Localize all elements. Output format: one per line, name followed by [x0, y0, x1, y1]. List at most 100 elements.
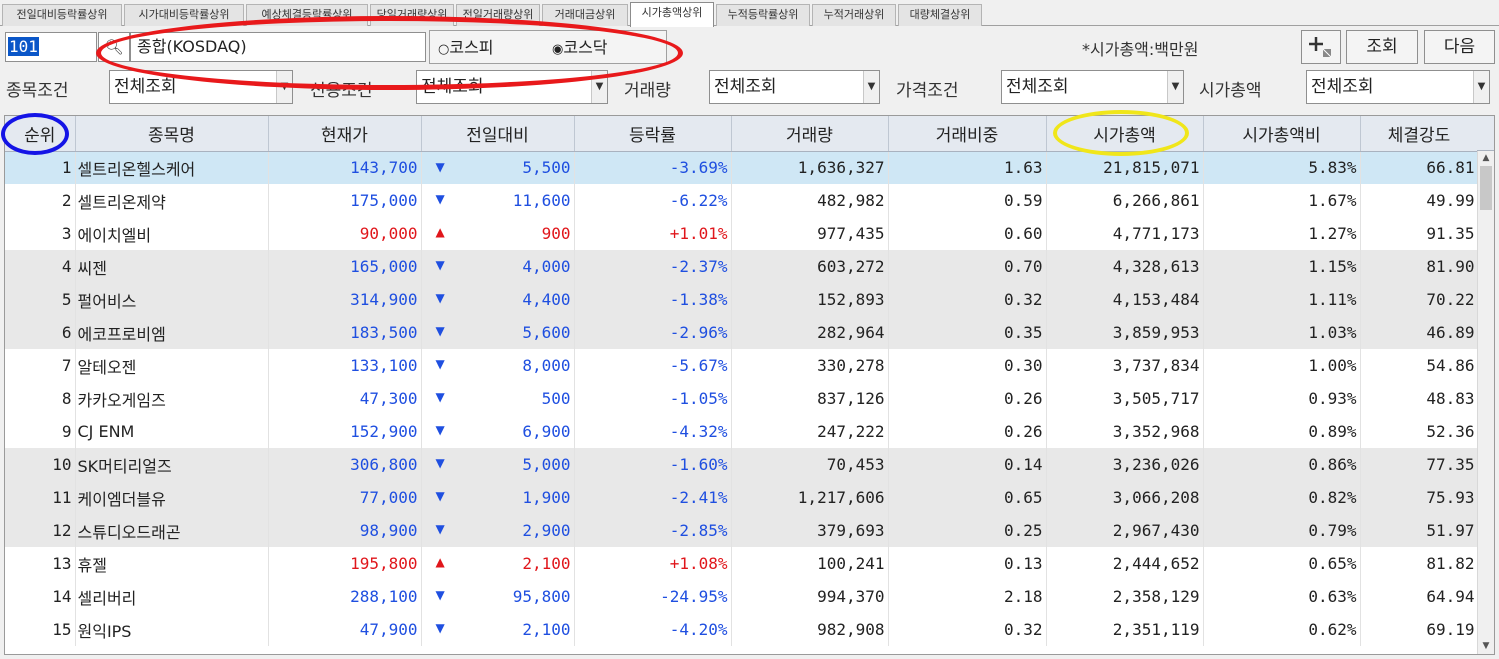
rank-cell: 9: [5, 415, 76, 448]
stock-name-cell[interactable]: 카카오게임즈: [75, 382, 269, 415]
strength-cell: 77.35: [1360, 448, 1479, 481]
table-row[interactable]: 12 스튜디오드래곤 98,900 ▼ 2,900 -2.85% 379,693 0.25 2,…: [5, 514, 1479, 547]
change-value: 900: [541, 224, 571, 243]
down-triangle-icon: ▼: [435, 522, 445, 536]
scrollbar-thumb[interactable]: [1480, 166, 1492, 210]
tab-prev-volume[interactable]: 전일거래량상위: [456, 4, 540, 26]
column-header-strength[interactable]: 체결강도: [1360, 116, 1479, 152]
column-header-volume[interactable]: 거래량: [731, 116, 889, 152]
tab-prev-day-change-rate[interactable]: 전일대비등락률상위: [2, 4, 122, 26]
add-button[interactable]: [1301, 30, 1341, 64]
item-condition-select[interactable]: 전체조회 ▼: [109, 70, 293, 104]
column-header-market-cap[interactable]: 시가총액: [1046, 116, 1204, 152]
stock-name-cell[interactable]: 셀트리온헬스케어: [75, 151, 269, 184]
market-cap-cell: 4,328,613: [1046, 250, 1204, 283]
rate-cell: -24.95%: [574, 580, 732, 613]
volume-share-cell: 2.18: [888, 580, 1047, 613]
rate-cell: -3.69%: [574, 151, 732, 184]
stock-name-cell[interactable]: 씨젠: [75, 250, 269, 283]
rank-cell: 5: [5, 283, 76, 316]
column-header-rank[interactable]: 순위: [5, 116, 76, 152]
radio-kospi[interactable]: ○코스피: [438, 37, 494, 61]
column-header-market-cap-share[interactable]: 시가총액비: [1203, 116, 1361, 152]
stock-name-cell[interactable]: SK머티리얼즈: [75, 448, 269, 481]
table-row[interactable]: 7 알테오젠 133,100 ▼ 8,000 -5.67% 330,278 0.30 3,737…: [5, 349, 1479, 382]
down-triangle-icon: ▼: [435, 324, 445, 338]
price-condition-select[interactable]: 전체조회 ▼: [1001, 70, 1184, 104]
volume-condition-value: 전체조회: [714, 77, 777, 97]
stock-name-cell[interactable]: 휴젤: [75, 547, 269, 580]
tab-open-change-rate[interactable]: 시가대비등락률상위: [124, 4, 244, 26]
table-row[interactable]: 6 에코프로비엠 183,500 ▼ 5,600 -2.96% 282,964 0.35 3,8…: [5, 316, 1479, 349]
rate-cell: -4.20%: [574, 613, 732, 646]
stock-name-cell[interactable]: 에코프로비엠: [75, 316, 269, 349]
vertical-scrollbar[interactable]: ▲ ▼: [1477, 151, 1494, 654]
price-cell: 143,700: [268, 151, 422, 184]
table-row[interactable]: 15 원익IPS 47,900 ▼ 2,100 -4.20% 982,908 0.32 2,35…: [5, 613, 1479, 646]
table-row[interactable]: 8 카카오게임즈 47,300 ▼ 500 -1.05% 837,126 0.26 3,505,…: [5, 382, 1479, 415]
search-button[interactable]: 🔍︎: [98, 32, 130, 62]
stock-name-cell[interactable]: 케이엠더블유: [75, 481, 269, 514]
tab-block-trade[interactable]: 대량체결상위: [898, 4, 982, 26]
query-button[interactable]: 조회: [1346, 30, 1418, 64]
market-cap-cell: 3,737,834: [1046, 349, 1204, 382]
market-cap-condition-select[interactable]: 전체조회 ▼: [1306, 70, 1490, 104]
column-header-name[interactable]: 종목명: [75, 116, 269, 152]
change-cell: ▼ 4,000: [421, 250, 575, 283]
up-triangle-icon: ▲: [435, 225, 445, 239]
rank-cell: 2: [5, 184, 76, 217]
table-row[interactable]: 2 셀트리온제약 175,000 ▼ 11,600 -6.22% 482,982 0.59 6,…: [5, 184, 1479, 217]
change-cell: ▲ 2,100: [421, 547, 575, 580]
stock-name-cell[interactable]: 셀리버리: [75, 580, 269, 613]
stock-name-cell[interactable]: 알테오젠: [75, 349, 269, 382]
stock-name-cell[interactable]: 원익IPS: [75, 613, 269, 646]
credit-condition-select[interactable]: 전체조회 ▼: [416, 70, 608, 104]
market-cap-share-cell: 0.62%: [1203, 613, 1361, 646]
stock-name-cell[interactable]: 에이치엘비: [75, 217, 269, 250]
change-value: 6,900: [522, 422, 571, 441]
tab-expected-change-rate[interactable]: 예상체결등락률상위: [246, 4, 368, 26]
stock-name-cell[interactable]: CJ ENM: [75, 415, 269, 448]
column-header-rate[interactable]: 등락률: [574, 116, 732, 152]
table-row[interactable]: 1 셀트리온헬스케어 143,700 ▼ 5,500 -3.69% 1,636,327 1.6…: [5, 151, 1479, 184]
strength-cell: 51.97: [1360, 514, 1479, 547]
scroll-down-icon[interactable]: ▼: [1478, 639, 1494, 654]
volume-share-cell: 0.35: [888, 316, 1047, 349]
tab-cumulative-change[interactable]: 누적등락률상위: [716, 4, 810, 26]
item-condition-label: 종목조건: [6, 81, 69, 101]
stock-name-cell[interactable]: 셀트리온제약: [75, 184, 269, 217]
code-input[interactable]: 101: [5, 32, 97, 62]
volume-condition-select[interactable]: 전체조회 ▼: [709, 70, 880, 104]
price-cell: 165,000: [268, 250, 422, 283]
column-header-volume-share[interactable]: 거래비중: [888, 116, 1047, 152]
volume-cell: 1,217,606: [731, 481, 889, 514]
table-row[interactable]: 3 에이치엘비 90,000 ▲ 900 +1.01% 977,435 0.60 4,771,1…: [5, 217, 1479, 250]
price-cell: 183,500: [268, 316, 422, 349]
table-row[interactable]: 4 씨젠 165,000 ▼ 4,000 -2.37% 603,272 0.70 4,328,6…: [5, 250, 1479, 283]
tab-market-cap[interactable]: 시가총액상위: [630, 2, 714, 27]
table-row[interactable]: 9 CJ ENM 152,900 ▼ 6,900 -4.32% 247,222 0.26 3,3…: [5, 415, 1479, 448]
scroll-up-icon[interactable]: ▲: [1478, 151, 1494, 166]
next-button[interactable]: 다음: [1424, 30, 1495, 64]
strength-cell: 70.22: [1360, 283, 1479, 316]
table-row[interactable]: 5 펄어비스 314,900 ▼ 4,400 -1.38% 152,893 0.32 4,153…: [5, 283, 1479, 316]
change-cell: ▼ 1,900: [421, 481, 575, 514]
radio-kosdaq[interactable]: ◉코스닥: [552, 37, 608, 61]
strength-cell: 81.82: [1360, 547, 1479, 580]
tab-trade-value[interactable]: 거래대금상위: [542, 4, 628, 26]
chevron-down-icon: ▼: [276, 71, 292, 103]
chevron-down-icon: ▼: [1473, 71, 1489, 103]
table-row[interactable]: 10 SK머티리얼즈 306,800 ▼ 5,000 -1.60% 70,453 0.14 3,…: [5, 448, 1479, 481]
column-header-change[interactable]: 전일대비: [421, 116, 575, 152]
stock-name-cell[interactable]: 펄어비스: [75, 283, 269, 316]
table-row[interactable]: 11 케이엠더블유 77,000 ▼ 1,900 -2.41% 1,217,606 0.65 3…: [5, 481, 1479, 514]
market-name-field: 종합(KOSDAQ): [130, 32, 426, 62]
stock-name-cell[interactable]: 스튜디오드래곤: [75, 514, 269, 547]
table-row[interactable]: 14 셀리버리 288,100 ▼ 95,800 -24.95% 994,370 2.18 2,…: [5, 580, 1479, 613]
change-cell: ▼ 2,900: [421, 514, 575, 547]
column-header-price[interactable]: 현재가: [268, 116, 422, 152]
tab-today-volume[interactable]: 당일거래량상위: [370, 4, 454, 26]
tab-cumulative-trade[interactable]: 누적거래상위: [812, 4, 896, 26]
table-row[interactable]: 13 휴젤 195,800 ▲ 2,100 +1.08% 100,241 0.13 2,444,…: [5, 547, 1479, 580]
radio-kospi-label: 코스피: [449, 38, 494, 57]
